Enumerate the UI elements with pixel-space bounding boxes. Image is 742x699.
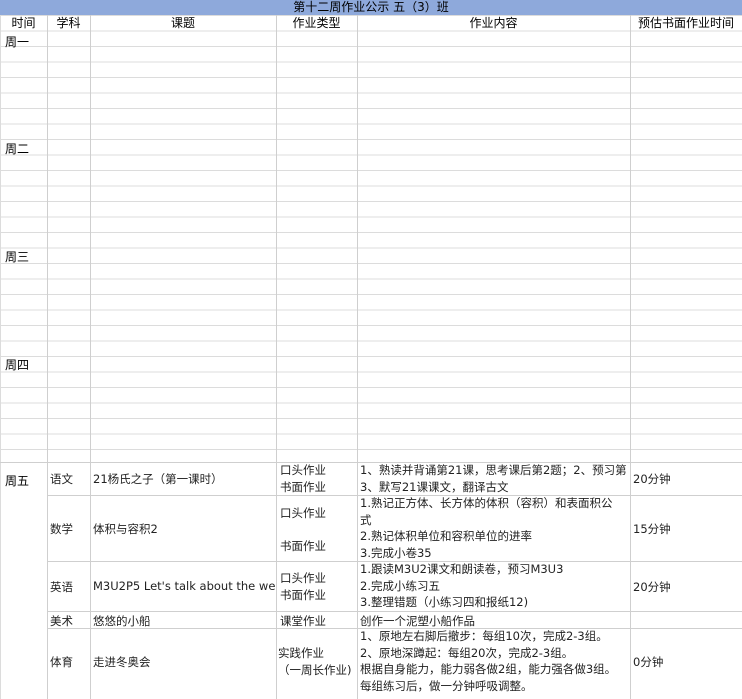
col-divider	[630, 462, 631, 699]
content-line: 式	[360, 512, 372, 527]
row-math-subject: 数学	[50, 522, 73, 536]
header-type: 作业类型	[292, 16, 341, 30]
row-pe-content: 1、原地左右脚后撤步：每组10次，完成2-3组。 2、原地深蹲起：每组20次，完…	[360, 628, 630, 694]
day-wed: 周三	[5, 250, 30, 264]
content-line: 每组练习后，做一分钟呼吸调整。	[360, 678, 533, 693]
type-line: 口头作业	[280, 463, 326, 477]
row-math-time: 15分钟	[633, 522, 671, 536]
row-math-topic: 体积与容积2	[93, 522, 158, 536]
content-line: 3.整理错题（小练习四和报纸12)	[360, 595, 529, 609]
row-math-content: 1.熟记正方体、长方体的体积（容积）和表面积公 式 2.熟记体积单位和容积单位的…	[360, 495, 630, 561]
row-art-subject: 美术	[50, 614, 73, 628]
col-divider	[357, 462, 358, 699]
header-content: 作业内容	[469, 16, 518, 30]
row-pe-time: 0分钟	[633, 655, 664, 669]
row-english-time: 20分钟	[633, 580, 671, 594]
header-topic: 课题	[170, 16, 195, 30]
type-line: 书面作业	[280, 479, 326, 494]
row-math-type-oral: 口头作业	[280, 506, 326, 520]
row-pe-topic: 走进冬奥会	[93, 655, 151, 669]
content-line: 1.熟记正方体、长方体的体积（容积）和表面积公	[360, 496, 613, 510]
type-line: 书面作业	[280, 587, 326, 602]
col-divider	[276, 462, 277, 699]
row-math-type-written: 书面作业	[280, 539, 326, 553]
col-divider	[47, 462, 48, 699]
day-thu: 周四	[5, 358, 30, 372]
row-art-topic: 悠悠的小船	[93, 614, 151, 628]
type-line: （一周长作业)	[278, 662, 352, 677]
row-art-content: 创作一个泥塑小船作品	[360, 614, 475, 628]
row-chinese-topic: 21杨氏之子（第一课时）	[93, 472, 223, 486]
content-line: 2.完成小练习五	[360, 578, 440, 593]
header-time: 时间	[11, 16, 36, 30]
row-english-types: 口头作业 书面作业	[280, 570, 356, 603]
content-line: 1.跟读M3U2课文和朗读卷，预习M3U3	[360, 562, 564, 576]
friday-time-cell	[1, 462, 47, 699]
content-line: 2.熟记体积单位和容积单位的进率	[360, 529, 532, 543]
row-english-topic: M3U2P5 Let's talk about the weath	[93, 579, 275, 593]
day-fri-label: 周五	[5, 474, 30, 488]
sheet-title: 第十二周作业公示 五（3）班	[0, 0, 742, 16]
content-line: 3.完成小卷35	[360, 545, 432, 560]
content-line: 1、原地左右脚后撤步：每组10次，完成2-3组。	[360, 629, 608, 643]
row-pe-subject: 体育	[50, 655, 73, 669]
row-chinese-types: 口头作业 书面作业	[280, 462, 356, 495]
content-line: 1、熟读并背诵第21课，思考课后第2题；2、预习第	[360, 463, 627, 477]
type-line: 口头作业	[280, 571, 326, 585]
row-chinese-subject: 语文	[50, 472, 73, 486]
header-estimate: 预估书面作业时间	[637, 16, 734, 30]
row-chinese-content: 1、熟读并背诵第21课，思考课后第2题；2、预习第 3、默写21课课文，翻译古文	[360, 462, 630, 495]
spreadsheet: 第十二周作业公示 五（3）班 时间 学科 课题 作业类型 作业内容 预估书面作业…	[0, 0, 742, 699]
row-pe-types: 实践作业 （一周长作业)	[278, 645, 357, 678]
row-chinese-time: 20分钟	[633, 472, 671, 486]
row-divider	[47, 611, 742, 612]
header-subject: 学科	[56, 16, 81, 30]
content-line: 2、原地深蹲起：每组20次，完成2-3组。	[360, 645, 574, 660]
row-english-content: 1.跟读M3U2课文和朗读卷，预习M3U3 2.完成小练习五 3.整理错题（小练…	[360, 561, 630, 611]
content-line: 3、默写21课课文，翻译古文	[360, 479, 509, 494]
row-english-subject: 英语	[50, 580, 73, 594]
type-line: 实践作业	[278, 646, 324, 660]
day-tue: 周二	[5, 142, 30, 156]
col-divider	[90, 462, 91, 699]
content-line: 根据自身能力，能力弱各做2组，能力强各做3组。	[360, 662, 617, 676]
row-art-type: 课堂作业	[280, 614, 326, 628]
day-mon: 周一	[5, 35, 30, 49]
